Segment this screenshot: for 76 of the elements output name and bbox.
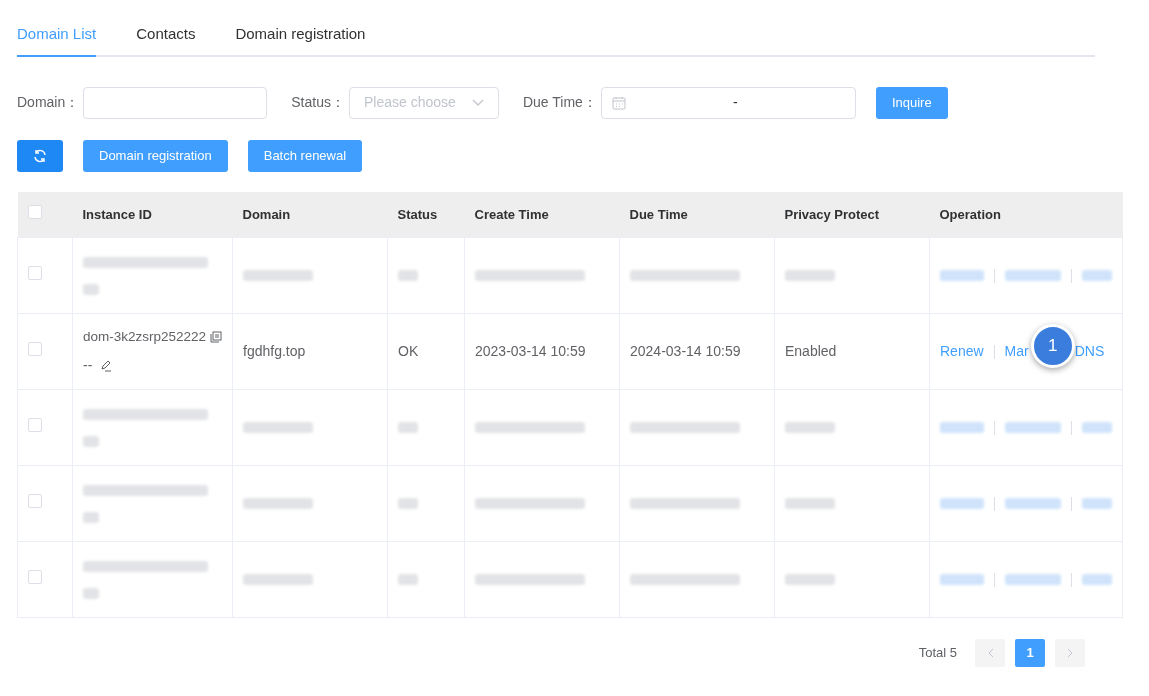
checkbox[interactable] — [28, 494, 42, 508]
column-header: Privacy Protect — [784, 206, 880, 222]
blurred-text-bar — [243, 574, 313, 585]
action-button[interactable]: Domain registration — [83, 139, 228, 172]
blurred-text-bar — [398, 270, 418, 281]
date-range-field[interactable]: - — [600, 86, 856, 119]
blurred-text-bar — [398, 574, 418, 585]
operation-link[interactable]: Renew — [940, 341, 984, 362]
checkbox[interactable] — [28, 570, 42, 584]
field-label: Status： — [291, 93, 345, 112]
refresh-button[interactable] — [17, 139, 63, 172]
due-time: 2024-03-14 10:59 — [630, 343, 741, 359]
status-select[interactable]: Please choose — [348, 86, 499, 119]
blurred-text-bar — [398, 498, 418, 509]
blurred-text-bar — [243, 422, 313, 433]
next-page-button[interactable] — [1055, 639, 1085, 667]
blurred-text-bar — [785, 422, 835, 433]
copy-icon[interactable] — [210, 331, 223, 343]
chevron-left-icon — [986, 648, 994, 658]
operation-link[interactable]: Mar — [1004, 341, 1029, 362]
blurred-text-bar — [785, 574, 835, 585]
edit-icon[interactable] — [100, 359, 113, 372]
blurred-text-bar — [785, 270, 835, 281]
column-header: Status — [397, 206, 438, 222]
blurred-link-bar — [940, 498, 984, 509]
blurred-link-bar — [1082, 498, 1112, 509]
privacy-status: Enabled — [785, 343, 837, 359]
blurred-link-bar — [1082, 422, 1112, 433]
blurred-link-bar — [1005, 498, 1061, 509]
total-count: Total 5 — [918, 644, 957, 663]
blurred-link-bar — [1082, 574, 1112, 585]
checkbox[interactable] — [28, 266, 42, 280]
action-button[interactable]: Batch renewal — [247, 139, 363, 172]
blurred-link-bar — [1005, 422, 1061, 433]
domain-name: fgdhfg.top — [243, 343, 306, 359]
blurred-link-bar — [1005, 270, 1061, 281]
calendar-icon — [611, 95, 626, 110]
operation-link[interactable]: DNS — [1074, 341, 1105, 362]
blurred-text-bar — [83, 435, 99, 447]
inquire-button[interactable]: Inquire — [875, 86, 948, 119]
blurred-text-bar — [83, 511, 99, 523]
blurred-link-bar — [940, 270, 984, 281]
field-label: Domain： — [17, 93, 80, 112]
tab[interactable]: Contacts — [136, 17, 196, 57]
column-header: Due Time — [629, 206, 688, 222]
instance-id: dom-3k2zsrp252222 — [83, 327, 207, 346]
remark-text: -- — [83, 356, 93, 376]
tab[interactable]: Domain List — [17, 17, 97, 57]
blurred-link-bar — [1005, 574, 1061, 585]
checkbox[interactable] — [28, 342, 42, 356]
blurred-link-bar — [940, 422, 984, 433]
domain-input[interactable] — [83, 86, 268, 119]
blurred-text-bar — [83, 587, 99, 599]
blurred-text-bar — [398, 422, 418, 433]
previous-page-button[interactable] — [975, 639, 1005, 667]
field-label: Due Time： — [522, 93, 597, 112]
chevron-down-icon — [471, 98, 484, 107]
checkbox[interactable] — [28, 418, 42, 432]
tab[interactable]: Domain registration — [235, 17, 366, 57]
blurred-text-bar — [243, 498, 313, 509]
column-header: Operation — [939, 206, 1001, 222]
chevron-right-icon — [1066, 648, 1074, 658]
create-time: 2023-03-14 10:59 — [475, 343, 586, 359]
column-header: Create Time — [474, 206, 549, 222]
column-header: Domain — [242, 206, 291, 222]
page-button[interactable]: 1 — [1015, 639, 1045, 667]
checkbox[interactable] — [27, 204, 42, 219]
blurred-link-bar — [940, 574, 984, 585]
blurred-link-bar — [1082, 270, 1112, 281]
status-text: OK — [398, 343, 419, 359]
range-separator: - — [732, 93, 739, 112]
blurred-text-bar — [243, 270, 313, 281]
column-header: Instance ID — [82, 206, 152, 222]
blurred-text-bar — [83, 283, 99, 295]
refresh-icon — [33, 148, 47, 163]
blurred-text-bar — [785, 498, 835, 509]
